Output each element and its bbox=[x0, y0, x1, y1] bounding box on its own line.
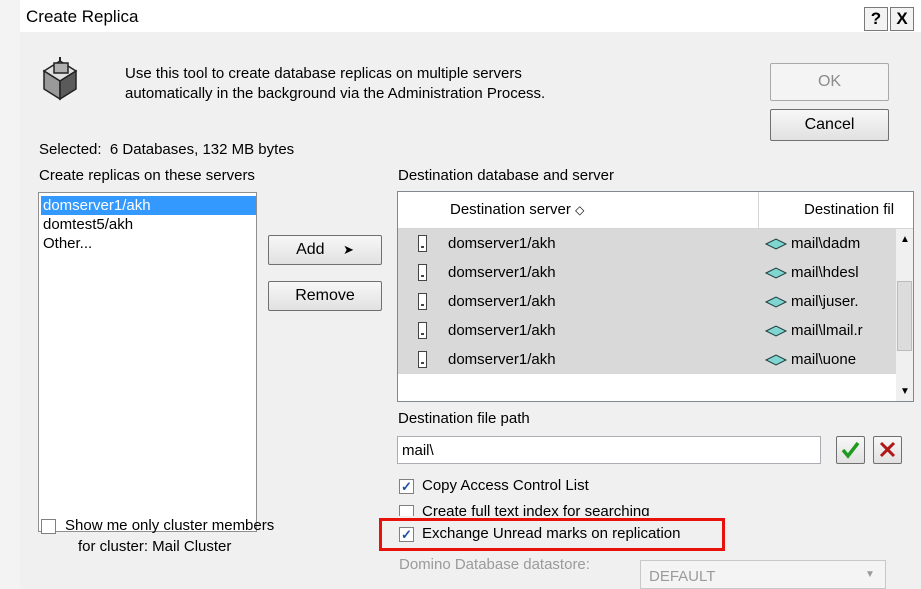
col-destination-file[interactable]: Destination fil bbox=[804, 201, 894, 218]
unread-marks-checkbox[interactable]: ✓ bbox=[399, 527, 414, 542]
cluster-line-1: Show me only cluster members bbox=[65, 517, 275, 534]
full-text-checkbox[interactable] bbox=[399, 505, 414, 516]
add-button[interactable]: Add ➤ bbox=[268, 235, 382, 265]
grid-header: Destination server ◇ Destination fil bbox=[398, 192, 913, 229]
ok-button[interactable]: OK bbox=[770, 63, 889, 101]
file-path-label: Destination file path bbox=[398, 410, 530, 427]
copy-acl-label: Copy Access Control List bbox=[422, 477, 589, 494]
server-item-other[interactable]: Other... bbox=[41, 234, 92, 253]
col-divider bbox=[758, 192, 759, 228]
server-icon bbox=[418, 351, 427, 368]
cancel-button[interactable]: Cancel bbox=[770, 109, 889, 141]
selected-value: 6 Databases, 132 MB bytes bbox=[109, 141, 295, 158]
chevron-down-icon: ▼ bbox=[865, 569, 875, 580]
row-file: mail\juser. bbox=[791, 293, 859, 310]
replica-tool-icon bbox=[40, 57, 80, 102]
scroll-thumb[interactable] bbox=[897, 281, 912, 351]
arrow-right-icon: ➤ bbox=[343, 242, 354, 257]
database-icon bbox=[764, 324, 788, 338]
left-border bbox=[0, 0, 20, 589]
scroll-down-icon[interactable]: ▼ bbox=[900, 386, 910, 397]
datastore-value: DEFAULT bbox=[649, 568, 716, 585]
server-icon bbox=[418, 322, 427, 339]
row-file: mail\lmail.r bbox=[791, 322, 863, 339]
server-item-domserver1[interactable]: domserver1/akh bbox=[41, 196, 256, 215]
row-file: mail\dadm bbox=[791, 235, 861, 252]
file-path-value: mail\ bbox=[402, 442, 434, 459]
server-icon bbox=[418, 235, 427, 252]
cancel-path-button[interactable] bbox=[873, 436, 902, 464]
help-button[interactable]: ? bbox=[864, 7, 888, 31]
row-server: domserver1/akh bbox=[448, 351, 556, 368]
scroll-up-icon[interactable]: ▲ bbox=[900, 234, 910, 245]
add-button-label: Add bbox=[296, 241, 325, 258]
selected-label: Selected: 6 Databases, 132 MB bytes bbox=[39, 141, 294, 158]
file-path-input[interactable]: mail\ bbox=[397, 436, 821, 464]
datastore-select[interactable]: DEFAULT ▼ bbox=[640, 560, 886, 589]
copy-acl-checkbox[interactable]: ✓ bbox=[399, 479, 414, 494]
cluster-line-2: for cluster: Mail Cluster bbox=[78, 538, 232, 555]
cluster-only-checkbox[interactable] bbox=[41, 519, 56, 534]
intro-line-2: automatically in the background via the … bbox=[125, 85, 546, 102]
selected-caption: Selected: bbox=[39, 141, 102, 158]
row-server: domserver1/akh bbox=[448, 235, 556, 252]
sort-icon: ◇ bbox=[575, 203, 585, 217]
server-icon bbox=[418, 264, 427, 281]
window-title: Create Replica bbox=[26, 7, 139, 26]
servers-label: Create replicas on these servers bbox=[39, 167, 255, 184]
grid-row[interactable]: domserver1/akh mail\lmail.r bbox=[398, 316, 898, 345]
grid-row[interactable]: domserver1/akh mail\uone bbox=[398, 345, 898, 374]
grid-scrollbar[interactable]: ▲ ▼ bbox=[896, 229, 913, 401]
database-icon bbox=[764, 295, 788, 309]
grid-row[interactable]: domserver1/akh mail\juser. bbox=[398, 287, 898, 316]
grid-row[interactable]: domserver1/akh mail\dadm bbox=[398, 229, 898, 258]
col-destination-server[interactable]: Destination server ◇ bbox=[450, 201, 584, 218]
intro-line-1: Use this tool to create database replica… bbox=[125, 65, 522, 82]
full-text-row: Create full text index for searching bbox=[395, 502, 745, 516]
server-item-domtest5[interactable]: domtest5/akh bbox=[41, 215, 133, 234]
database-icon bbox=[764, 353, 788, 367]
confirm-path-button[interactable] bbox=[836, 436, 865, 464]
row-server: domserver1/akh bbox=[448, 322, 556, 339]
row-file: mail\uone bbox=[791, 351, 857, 368]
title-bar: Create Replica ? X bbox=[0, 0, 921, 589]
row-server: domserver1/akh bbox=[448, 293, 556, 310]
dialog-body: Use this tool to create database replica… bbox=[20, 32, 921, 589]
col-server-label: Destination server bbox=[450, 201, 571, 218]
grid-row[interactable]: domserver1/akh mail\hdesl bbox=[398, 258, 898, 287]
row-server: domserver1/akh bbox=[448, 264, 556, 281]
database-icon bbox=[764, 237, 788, 251]
servers-list[interactable]: domserver1/akh domtest5/akh Other... bbox=[38, 192, 257, 532]
destination-label: Destination database and server bbox=[398, 167, 614, 184]
remove-button[interactable]: Remove bbox=[268, 281, 382, 311]
row-file: mail\hdesl bbox=[791, 264, 859, 281]
destination-grid[interactable]: Destination server ◇ Destination fil dom… bbox=[397, 191, 914, 402]
x-mark-icon bbox=[879, 441, 896, 458]
datastore-label: Domino Database datastore: bbox=[399, 556, 590, 573]
checkmark-icon bbox=[841, 441, 860, 459]
close-button[interactable]: X bbox=[890, 7, 914, 31]
server-icon bbox=[418, 293, 427, 310]
database-icon bbox=[764, 266, 788, 280]
unread-marks-label: Exchange Unread marks on replication bbox=[422, 525, 681, 542]
full-text-label: Create full text index for searching bbox=[422, 503, 650, 516]
